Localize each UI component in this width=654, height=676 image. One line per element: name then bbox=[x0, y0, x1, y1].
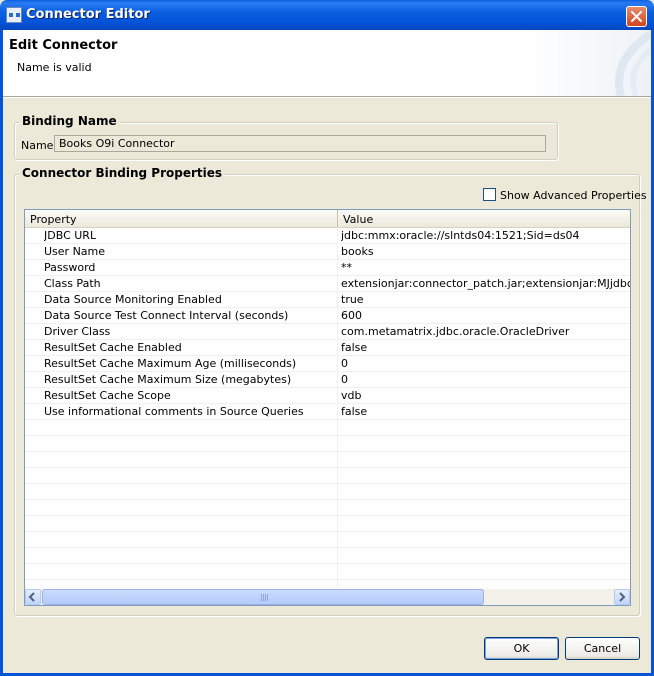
property-name: Password bbox=[44, 261, 96, 274]
property-name: User Name bbox=[44, 245, 106, 258]
property-name: Use informational comments in Source Que… bbox=[44, 405, 304, 418]
window-title: Connector Editor bbox=[26, 7, 150, 22]
table-header: Property Value bbox=[25, 210, 630, 228]
show-advanced-label: Show Advanced Properties bbox=[500, 189, 647, 202]
column-header-value[interactable]: Value bbox=[343, 213, 373, 226]
property-value[interactable]: 0 bbox=[341, 373, 630, 386]
empty-row bbox=[25, 484, 630, 500]
grip-icon bbox=[261, 594, 269, 601]
page-title: Edit Connector bbox=[9, 38, 118, 53]
empty-row bbox=[25, 532, 630, 548]
empty-row bbox=[25, 452, 630, 468]
column-header-property[interactable]: Property bbox=[30, 213, 77, 226]
property-value[interactable]: books bbox=[341, 245, 630, 258]
empty-row bbox=[25, 500, 630, 516]
table-row[interactable]: ResultSet Cache Scope vdb bbox=[25, 388, 630, 404]
empty-row bbox=[25, 468, 630, 484]
property-value[interactable]: 600 bbox=[341, 309, 630, 322]
column-resize-handle[interactable] bbox=[337, 210, 338, 227]
close-icon bbox=[631, 11, 642, 22]
property-value[interactable]: extensionjar:connector_patch.jar;extensi… bbox=[341, 277, 630, 290]
header-banner: Edit Connector Name is valid bbox=[3, 30, 651, 96]
property-name: Class Path bbox=[44, 277, 101, 290]
empty-row bbox=[25, 564, 630, 580]
connector-icon bbox=[6, 7, 22, 23]
arrow-right-icon bbox=[619, 592, 626, 602]
arrow-left-icon bbox=[28, 592, 35, 602]
property-value[interactable]: com.metamatrix.jdbc.oracle.OracleDriver bbox=[341, 325, 630, 338]
property-name: ResultSet Cache Scope bbox=[44, 389, 171, 402]
name-label: Name bbox=[21, 139, 54, 152]
property-name: ResultSet Cache Maximum Size (megabytes) bbox=[44, 373, 292, 386]
horizontal-scrollbar[interactable] bbox=[25, 589, 630, 605]
scroll-left-button[interactable] bbox=[25, 589, 41, 605]
property-value[interactable]: jdbc:mmx:oracle://slntds04:1521;Sid=ds04 bbox=[341, 229, 630, 242]
close-button[interactable] bbox=[626, 6, 647, 27]
property-name: JDBC URL bbox=[44, 229, 97, 242]
property-value[interactable]: false bbox=[341, 405, 630, 418]
empty-row bbox=[25, 436, 630, 452]
table-row[interactable]: Class Path extensionjar:connector_patch.j… bbox=[25, 276, 630, 292]
table-row[interactable]: Data Source Monitoring Enabled true bbox=[25, 292, 630, 308]
table-row[interactable]: ResultSet Cache Maximum Size (megabytes)… bbox=[25, 372, 630, 388]
empty-row bbox=[25, 420, 630, 436]
table-body: JDBC URL jdbc:mmx:oracle://slntds04:1521;… bbox=[25, 228, 630, 580]
status-message: Name is valid bbox=[17, 61, 92, 74]
property-name: ResultSet Cache Maximum Age (millisecond… bbox=[44, 357, 297, 370]
table-row[interactable]: Password ** bbox=[25, 260, 630, 276]
scroll-right-button[interactable] bbox=[614, 589, 630, 605]
table-row[interactable]: Driver Class com.metamatrix.jdbc.oracle.O… bbox=[25, 324, 630, 340]
empty-row bbox=[25, 548, 630, 564]
property-value[interactable]: vdb bbox=[341, 389, 630, 402]
property-name: Driver Class bbox=[44, 325, 111, 338]
properties-group-label: Connector Binding Properties bbox=[19, 166, 226, 180]
name-field[interactable]: Books O9i Connector bbox=[54, 135, 546, 152]
property-value[interactable]: 0 bbox=[341, 357, 630, 370]
table-row[interactable]: Data Source Test Connect Interval (secon… bbox=[25, 308, 630, 324]
table-row[interactable]: ResultSet Cache Enabled false bbox=[25, 340, 630, 356]
scrollbar-thumb[interactable] bbox=[42, 589, 484, 605]
show-advanced-checkbox[interactable] bbox=[483, 188, 496, 201]
table-row[interactable]: JDBC URL jdbc:mmx:oracle://slntds04:1521;… bbox=[25, 228, 630, 244]
header-separator bbox=[3, 96, 651, 98]
table-row[interactable]: ResultSet Cache Maximum Age (millisecond… bbox=[25, 356, 630, 372]
property-name: ResultSet Cache Enabled bbox=[44, 341, 182, 354]
properties-table[interactable]: Property Value JDBC URL jdbc:mmx:oracle:/… bbox=[24, 209, 631, 606]
property-name: Data Source Monitoring Enabled bbox=[44, 293, 222, 306]
banner-decoration bbox=[581, 30, 651, 96]
cancel-button[interactable]: Cancel bbox=[565, 637, 640, 660]
property-value[interactable]: ** bbox=[341, 261, 630, 274]
property-name: Data Source Test Connect Interval (secon… bbox=[44, 309, 289, 322]
property-value[interactable]: false bbox=[341, 341, 630, 354]
empty-row bbox=[25, 516, 630, 532]
binding-name-group-label: Binding Name bbox=[19, 114, 120, 128]
table-row[interactable]: User Name books bbox=[25, 244, 630, 260]
table-row[interactable]: Use informational comments in Source Que… bbox=[25, 404, 630, 420]
property-value[interactable]: true bbox=[341, 293, 630, 306]
ok-button[interactable]: OK bbox=[484, 637, 559, 660]
title-bar[interactable]: Connector Editor bbox=[0, 0, 654, 30]
